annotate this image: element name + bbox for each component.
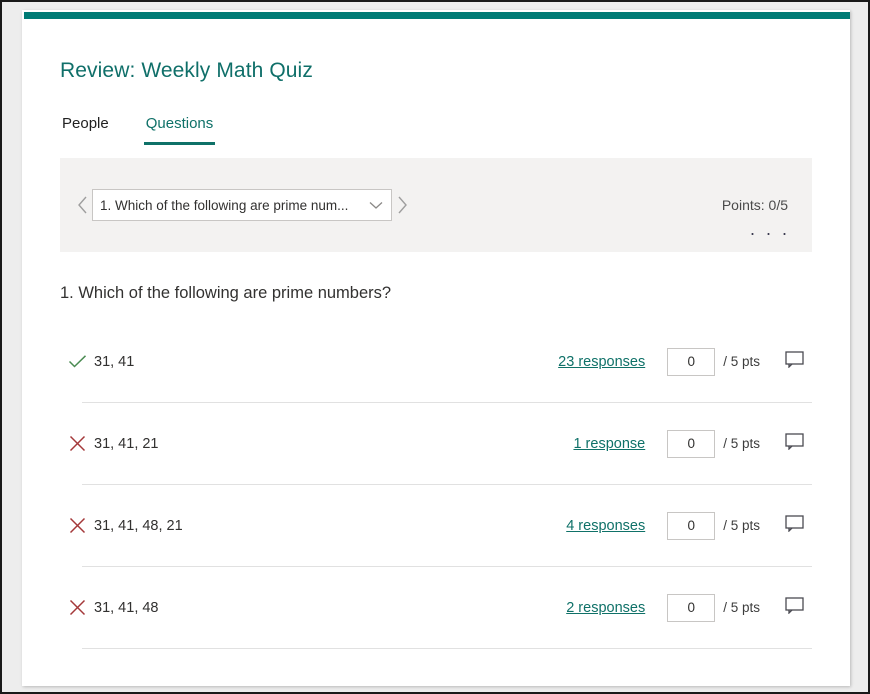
score-input[interactable]: 0	[667, 511, 716, 540]
question-selector-row: 1. Which of the following are prime num.…	[74, 189, 410, 221]
app-window: Review: Weekly Math Quiz People Question…	[0, 0, 870, 694]
chevron-left-icon	[77, 196, 88, 214]
responses-link[interactable]: 2 responses	[566, 600, 645, 616]
question-heading: 1. Which of the following are prime numb…	[60, 284, 392, 302]
score-input[interactable]: 0	[667, 429, 716, 458]
points-suffix: / 5 pts	[723, 354, 760, 369]
comment-icon	[785, 514, 805, 537]
review-card: Review: Weekly Math Quiz People Question…	[24, 19, 850, 684]
comment-button[interactable]	[778, 514, 812, 537]
points-suffix: / 5 pts	[723, 436, 760, 451]
answer-row: 31, 41, 48, 21 4 responses 0 / 5 pts	[60, 485, 812, 567]
close-icon	[60, 435, 94, 452]
comment-icon	[785, 432, 805, 455]
comment-icon	[785, 350, 805, 373]
comment-button[interactable]	[778, 432, 812, 455]
more-options-button[interactable]: · · ·	[750, 224, 790, 242]
chevron-down-icon	[361, 200, 391, 210]
responses-link[interactable]: 1 response	[573, 436, 645, 452]
responses-link[interactable]: 23 responses	[558, 354, 645, 370]
answer-list: 31, 41 23 responses 0 / 5 pts 31, 41, 21…	[60, 321, 812, 649]
answer-row: 31, 41 23 responses 0 / 5 pts	[60, 321, 812, 403]
answer-row: 31, 41, 48 2 responses 0 / 5 pts	[60, 567, 812, 649]
answer-text: 31, 41, 48	[94, 599, 159, 616]
next-question-button[interactable]	[394, 190, 410, 220]
answer-text: 31, 41	[94, 353, 135, 370]
points-suffix: / 5 pts	[723, 518, 760, 533]
close-icon	[60, 517, 94, 534]
score-input[interactable]: 0	[667, 593, 716, 622]
question-selector-panel: 1. Which of the following are prime num.…	[60, 158, 812, 252]
question-dropdown-value: 1. Which of the following are prime num.…	[100, 197, 349, 213]
answer-row: 31, 41, 21 1 response 0 / 5 pts	[60, 403, 812, 485]
question-dropdown[interactable]: 1. Which of the following are prime num.…	[92, 189, 392, 221]
tab-questions[interactable]: Questions	[143, 115, 216, 145]
points-suffix: / 5 pts	[723, 600, 760, 615]
tab-bar: People Questions	[60, 115, 248, 145]
chevron-right-icon	[397, 196, 408, 214]
answer-text: 31, 41, 48, 21	[94, 517, 183, 534]
page-title: Review: Weekly Math Quiz	[60, 59, 313, 82]
previous-question-button[interactable]	[74, 190, 90, 220]
points-total: Points: 0/5	[721, 197, 788, 213]
score-input[interactable]: 0	[667, 347, 716, 376]
tab-questions-label: Questions	[145, 115, 214, 132]
comment-button[interactable]	[778, 350, 812, 373]
row-divider	[82, 648, 812, 649]
close-icon	[60, 599, 94, 616]
tab-people[interactable]: People	[60, 115, 111, 145]
responses-link[interactable]: 4 responses	[566, 518, 645, 534]
check-icon	[60, 354, 94, 369]
comment-icon	[785, 596, 805, 619]
tab-people-label: People	[62, 115, 109, 132]
answer-text: 31, 41, 21	[94, 435, 159, 452]
accent-bar	[24, 12, 850, 19]
comment-button[interactable]	[778, 596, 812, 619]
